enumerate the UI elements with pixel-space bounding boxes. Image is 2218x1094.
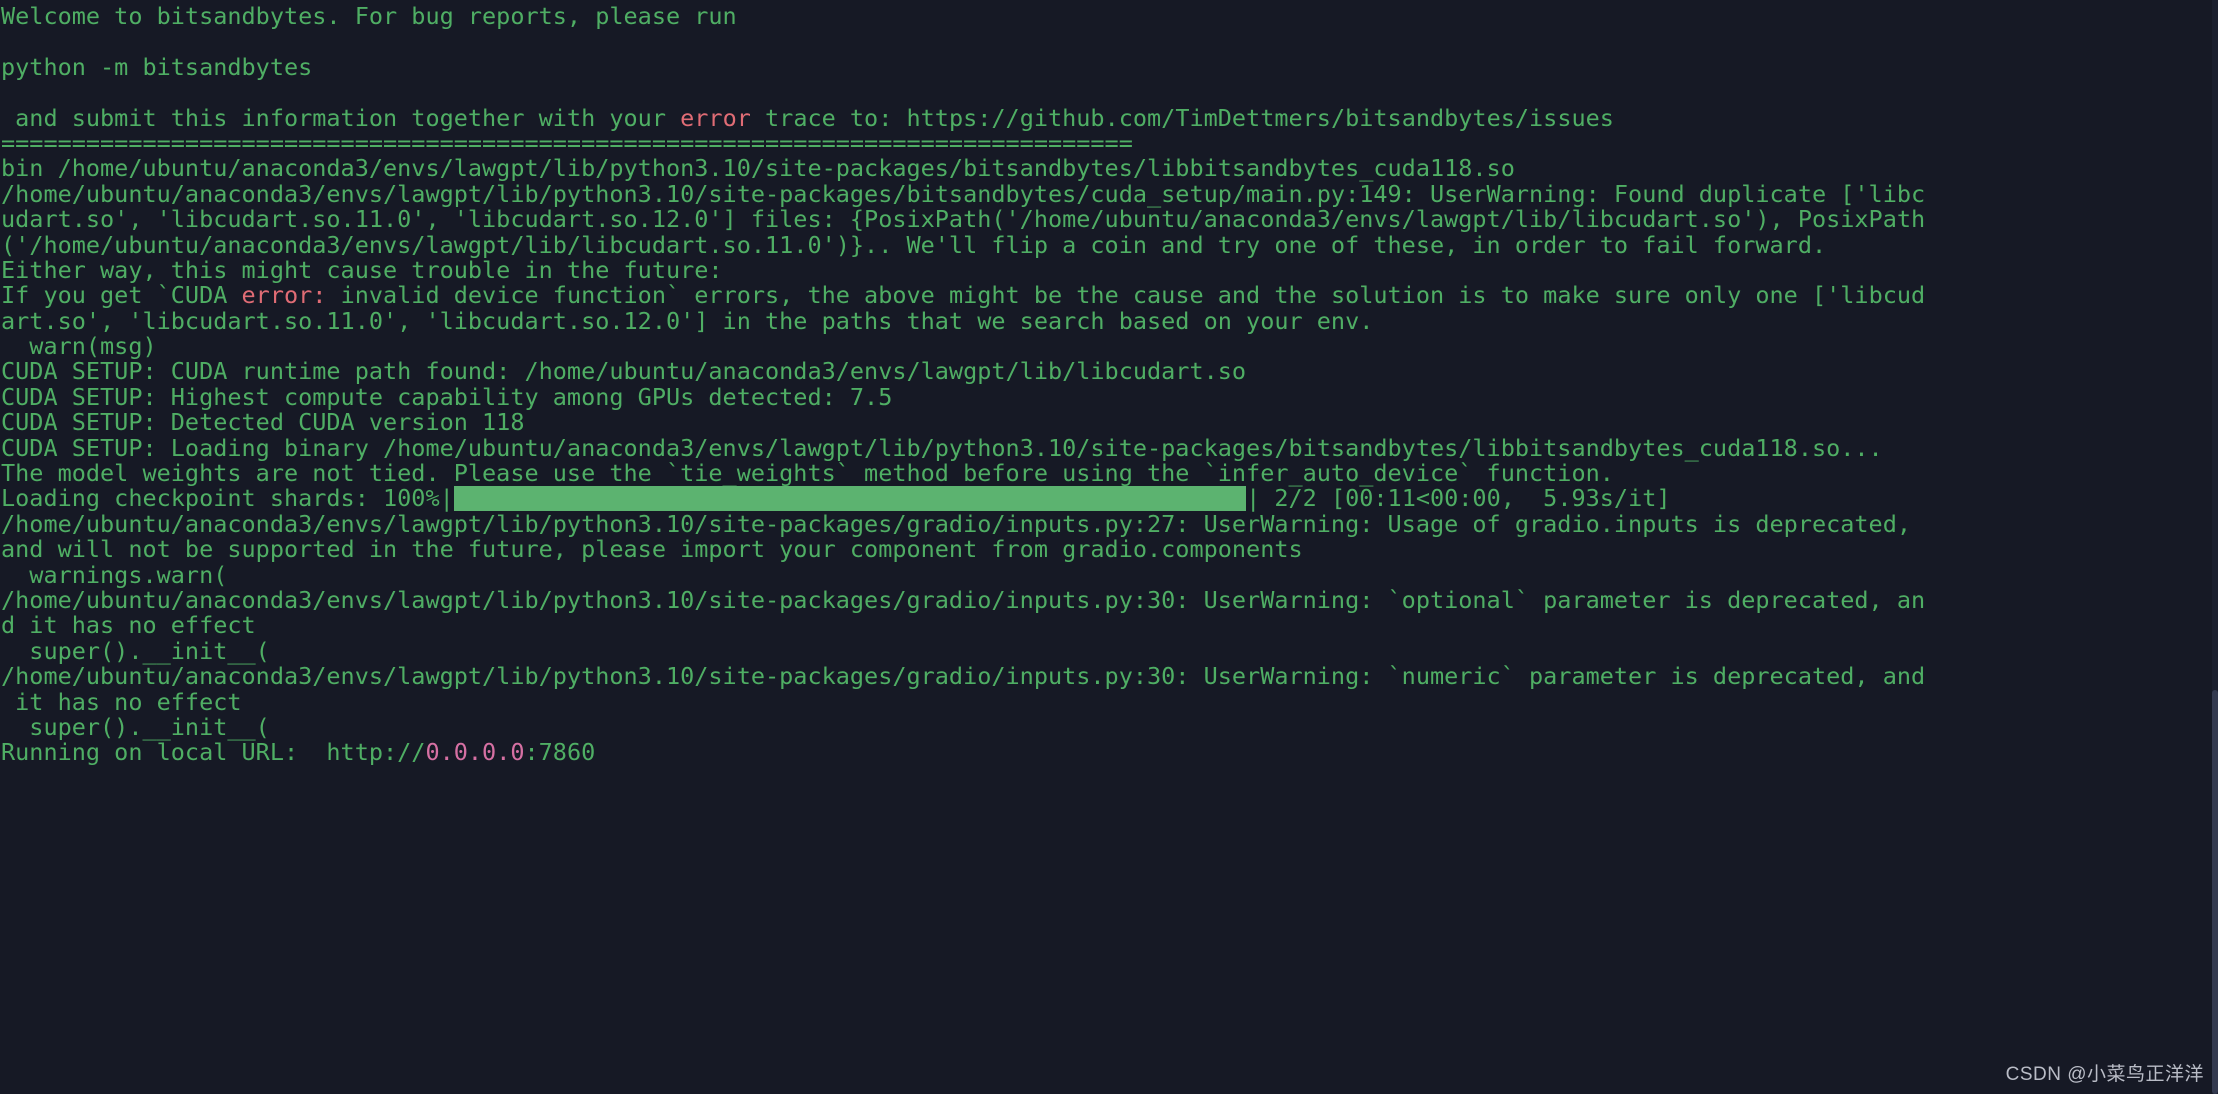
terminal-line: bin /home/ubuntu/anaconda3/envs/lawgpt/l… — [0, 156, 2218, 181]
terminal-text: and submit this information together wit… — [1, 103, 681, 132]
terminal-text: bin /home/ubuntu/anaconda3/envs/lawgpt/l… — [1, 154, 1515, 183]
terminal-line: CUDA SETUP: Loading binary /home/ubuntu/… — [0, 433, 2218, 462]
terminal-line: /home/ubuntu/anaconda3/envs/lawgpt/lib/p… — [0, 662, 2218, 691]
terminal-text: Either way, this might cause trouble in … — [1, 255, 723, 284]
terminal-text: /home/ubuntu/anaconda3/envs/lawgpt/lib/p… — [1, 662, 1926, 691]
terminal-line: CUDA SETUP: Detected CUDA version 118 — [0, 410, 2218, 435]
url-host-token: 0.0.0.0 — [425, 738, 525, 767]
terminal-text: ('/home/ubuntu/anaconda3/envs/lawgpt/lib… — [1, 230, 1827, 259]
scrollbar-thumb[interactable] — [2212, 690, 2218, 1094]
terminal-text: warn(msg) — [1, 332, 157, 361]
terminal-line: ('/home/ubuntu/anaconda3/envs/lawgpt/lib… — [0, 230, 2218, 259]
terminal-line: super().__init__( — [0, 636, 2218, 665]
terminal-line: Running on local URL: http://0.0.0.0:786… — [0, 740, 2218, 765]
terminal-line: ========================================… — [0, 128, 2218, 157]
progress-bar-fill: ████████████████████████████████████████… — [453, 486, 1247, 512]
error-token: error — [680, 103, 751, 132]
terminal-line: /home/ubuntu/anaconda3/envs/lawgpt/lib/p… — [0, 585, 2218, 614]
terminal-text: ========================================… — [1, 128, 1133, 157]
terminal-line: super().__init__( — [0, 712, 2218, 741]
scrollbar-track[interactable] — [2212, 0, 2218, 1094]
terminal-line: python -m bitsandbytes — [0, 52, 2218, 81]
terminal-text: and will not be supported in the future,… — [1, 535, 1303, 564]
terminal-line: d it has no effect — [0, 613, 2218, 638]
terminal-line: Either way, this might cause trouble in … — [0, 255, 2218, 284]
terminal-line: /home/ubuntu/anaconda3/envs/lawgpt/lib/p… — [0, 179, 2218, 208]
terminal-line: If you get `CUDA error: invalid device f… — [0, 283, 2218, 308]
terminal-text: warnings.warn( — [1, 560, 228, 589]
terminal-text: invalid device function` errors, the abo… — [326, 281, 1926, 310]
terminal-text: trace to: https://github.com/TimDettmers… — [750, 103, 1614, 132]
terminal-text: art.so', 'libcudart.so.11.0', 'libcudart… — [1, 306, 1374, 335]
terminal-line: Welcome to bitsandbytes. For bug reports… — [0, 2, 2218, 30]
terminal-line: warnings.warn( — [0, 560, 2218, 589]
csdn-watermark: CSDN @小菜鸟正洋洋 — [2005, 1064, 2204, 1085]
terminal-line: warn(msg) — [0, 332, 2218, 361]
terminal-line: and submit this information together wit… — [0, 103, 2218, 132]
terminal-text: /home/ubuntu/anaconda3/envs/lawgpt/lib/p… — [1, 509, 1912, 538]
terminal-text: CUDA SETUP: CUDA runtime path found: /ho… — [1, 357, 1247, 386]
terminal-text: it has no effect — [1, 687, 242, 716]
terminal-text: If you get `CUDA — [1, 281, 242, 310]
terminal-text: CUDA SETUP: Loading binary /home/ubuntu/… — [1, 433, 1883, 462]
terminal-text: CUDA SETUP: Highest compute capability a… — [1, 382, 893, 411]
terminal-window[interactable]: Welcome to bitsandbytes. For bug reports… — [0, 0, 2218, 1094]
terminal-text: python -m bitsandbytes — [1, 52, 313, 81]
terminal-text: /home/ubuntu/anaconda3/envs/lawgpt/lib/p… — [1, 179, 1926, 208]
terminal-line: and will not be supported in the future,… — [0, 537, 2218, 562]
terminal-line: The model weights are not tied. Please u… — [0, 459, 2218, 488]
terminal-text: super().__init__( — [1, 712, 270, 741]
terminal-line: CUDA SETUP: CUDA runtime path found: /ho… — [0, 359, 2218, 384]
terminal-text: CUDA SETUP: Detected CUDA version 118 — [1, 408, 525, 437]
terminal-line: CUDA SETUP: Highest compute capability a… — [0, 382, 2218, 411]
terminal-text: Welcome to bitsandbytes. For bug reports… — [1, 2, 737, 30]
terminal-line: /home/ubuntu/anaconda3/envs/lawgpt/lib/p… — [0, 509, 2218, 538]
terminal-text: /home/ubuntu/anaconda3/envs/lawgpt/lib/p… — [1, 585, 1926, 614]
error-token: error: — [241, 281, 327, 310]
terminal-line: Loading checkpoint shards: 100%|████████… — [0, 484, 2218, 513]
terminal-text: udart.so', 'libcudart.so.11.0', 'libcuda… — [1, 205, 1926, 234]
terminal-line: it has no effect — [0, 687, 2218, 716]
terminal-text: Running on local URL: http:// — [1, 738, 426, 767]
terminal-text: | 2/2 [00:11<00:00, 5.93s/it] — [1246, 484, 1671, 513]
terminal-text: super().__init__( — [1, 636, 270, 665]
console-output: Welcome to bitsandbytes. For bug reports… — [0, 2, 2218, 766]
terminal-line: udart.so', 'libcudart.so.11.0', 'libcuda… — [0, 205, 2218, 234]
terminal-text: d it has no effect — [1, 611, 256, 640]
terminal-text: The model weights are not tied. Please u… — [1, 459, 1614, 488]
terminal-text: :7860 — [524, 738, 596, 767]
terminal-line: art.so', 'libcudart.so.11.0', 'libcudart… — [0, 306, 2218, 335]
terminal-text: Loading checkpoint shards: 100%| — [1, 484, 454, 513]
